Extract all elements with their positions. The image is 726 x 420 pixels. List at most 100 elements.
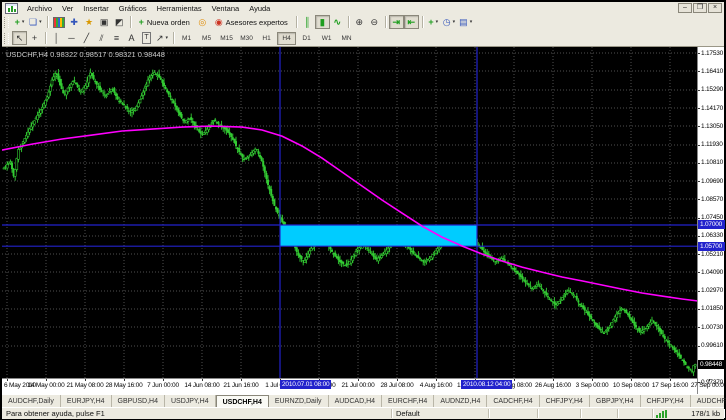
menu-insertar[interactable]: Insertar — [78, 4, 113, 13]
label-tool-button[interactable]: T — [139, 31, 154, 45]
price-tick-label: 1.09690 — [701, 178, 723, 185]
new-chart-button[interactable]: +▾ — [12, 15, 27, 29]
menu-ayuda[interactable]: Ayuda — [244, 4, 275, 13]
chevron-down-icon: ▾ — [22, 19, 25, 25]
price-axis[interactable]: 1.175301.164101.152901.141701.130501.119… — [697, 47, 724, 395]
time-tick-label: 28 May 16:00 — [106, 382, 143, 389]
channel-tool-button[interactable]: ⫽ — [94, 31, 109, 45]
vline-time-tag: 2010.07.01 08:00 — [280, 380, 331, 389]
timeframes-toolbar: M1M5M15M30H1H4D1W1MN — [177, 32, 356, 45]
horizontal-line-tool-button[interactable]: ─ — [64, 31, 79, 45]
arrows-tool-button[interactable]: ↗▾ — [154, 31, 170, 45]
menu-ver[interactable]: Ver — [57, 4, 78, 13]
vline-time-tag: 2010.08.12 04:00 — [461, 380, 512, 389]
timeframe-button-m30[interactable]: M30 — [237, 32, 256, 45]
hline-price-tag: 1.05700 — [698, 242, 725, 251]
toolbar-grip[interactable] — [4, 33, 9, 44]
new-order-button[interactable]: +Nueva orden — [134, 15, 195, 29]
metaeditor-button[interactable]: ◎ — [195, 15, 210, 29]
minimize-button[interactable]: – — [678, 3, 692, 13]
toolbar-grip[interactable] — [4, 17, 9, 28]
chart-window: USDCHF,H4 0.98322 0.98517 0.98321 0.9844… — [2, 46, 724, 394]
timeframe-button-m15[interactable]: M15 — [217, 32, 236, 45]
line-chart-button[interactable]: ∿ — [330, 15, 345, 29]
restore-button[interactable]: ❐ — [693, 3, 707, 13]
connection-traffic: 178/1 kb — [670, 409, 724, 418]
terminal-button[interactable]: ▣ — [97, 15, 112, 29]
price-tick-mark — [698, 309, 700, 310]
menu-ventana[interactable]: Ventana — [207, 4, 245, 13]
templates-button[interactable]: ▤▾ — [457, 15, 474, 29]
candlestick-chart-button[interactable]: ▮ — [315, 15, 330, 29]
menu-herramientas[interactable]: Herramientas — [152, 4, 207, 13]
chart-shift-button[interactable]: ⇤ — [404, 15, 419, 29]
price-tick-mark — [698, 199, 700, 200]
price-tick-label: 1.14170 — [701, 105, 723, 112]
time-tick-mark — [163, 379, 164, 381]
time-tick-label: 14 May 00:00 — [28, 382, 65, 389]
horizontal-line-icon: ─ — [68, 33, 74, 43]
chevron-down-icon: ▾ — [166, 35, 169, 41]
price-tick-mark — [698, 145, 700, 146]
toolbar-separator — [130, 16, 131, 28]
timeframe-button-d1[interactable]: D1 — [297, 32, 316, 45]
market-watch-button[interactable] — [51, 15, 67, 29]
status-profile[interactable]: Default — [392, 409, 489, 418]
new-order-label: Nueva orden — [147, 18, 190, 27]
auto-scroll-button[interactable]: ⇥ — [389, 15, 404, 29]
chevron-down-icon: ▾ — [453, 19, 456, 25]
chart-title: USDCHF,H4 0.98322 0.98517 0.98321 0.9844… — [6, 50, 165, 59]
timeframe-button-w1[interactable]: W1 — [317, 32, 336, 45]
line-studies-toolbar: ↖ + │ ─ ╱ ⫽ ≡ A T ↗▾ M1M5M15M30H1H4D1W1M… — [2, 30, 724, 47]
menu-archivo[interactable]: Archivo — [22, 4, 57, 13]
zoom-out-button[interactable]: ⊖ — [367, 15, 382, 29]
price-tick-label: 1.02970 — [701, 287, 723, 294]
time-tick-mark — [7, 379, 8, 381]
expert-advisors-button[interactable]: ◉Asesores expertos — [210, 15, 293, 29]
indicators-button[interactable]: +▾ — [426, 15, 441, 29]
time-axis[interactable]: 6 May 201014 May 00:0021 May 08:0028 May… — [2, 378, 697, 395]
periods-button[interactable]: ◷▾ — [441, 15, 457, 29]
cursor-tool-button[interactable]: ↖ — [12, 31, 27, 45]
chart-plot-area[interactable]: USDCHF,H4 0.98322 0.98517 0.98321 0.9844… — [2, 47, 697, 378]
price-tick-mark — [698, 272, 700, 273]
menu-graficos[interactable]: Gráficos — [114, 4, 152, 13]
text-icon: A — [128, 33, 134, 43]
price-tick-mark — [698, 346, 700, 347]
timeframe-button-mn[interactable]: MN — [337, 32, 356, 45]
status-cell — [538, 409, 581, 418]
navigator-button[interactable]: ★ — [82, 15, 97, 29]
timeframe-button-h1[interactable]: H1 — [257, 32, 276, 45]
fibonacci-tool-button[interactable]: ≡ — [109, 31, 124, 45]
price-tick-label: 1.08570 — [701, 196, 723, 203]
chevron-down-icon: ▾ — [470, 19, 473, 25]
zoom-in-icon: ⊕ — [356, 17, 364, 27]
line-chart-icon: ∿ — [334, 17, 342, 27]
trendline-icon: ╱ — [84, 33, 89, 43]
profiles-button[interactable]: ❏▾ — [27, 15, 44, 29]
data-window-button[interactable]: ✚ — [67, 15, 82, 29]
text-tool-button[interactable]: A — [124, 31, 139, 45]
time-tick-label: 21 May 08:00 — [67, 382, 104, 389]
profiles-icon: ❏ — [29, 17, 37, 27]
time-tick-mark — [514, 379, 515, 381]
crosshair-tool-button[interactable]: + — [27, 31, 42, 45]
zoom-out-icon: ⊖ — [371, 17, 379, 27]
timeframe-button-h4[interactable]: H4 — [277, 32, 296, 45]
trendline-tool-button[interactable]: ╱ — [79, 31, 94, 45]
templates-icon: ▤ — [459, 17, 468, 27]
close-button[interactable]: × — [708, 3, 722, 13]
strategy-tester-button[interactable]: ◩ — [112, 15, 127, 29]
cursor-icon: ↖ — [16, 33, 24, 43]
price-tick-label: 1.04090 — [701, 269, 723, 276]
vertical-line-tool-button[interactable]: │ — [49, 31, 64, 45]
zoom-in-button[interactable]: ⊕ — [352, 15, 367, 29]
timeframe-button-m5[interactable]: M5 — [197, 32, 216, 45]
timeframe-button-m1[interactable]: M1 — [177, 32, 196, 45]
price-tick-label: 1.01850 — [701, 305, 723, 312]
time-tick-mark — [553, 379, 554, 381]
toolbar-separator — [296, 16, 297, 28]
bar-chart-button[interactable]: ║ — [300, 15, 315, 29]
expert-advisors-label: Asesores expertos — [226, 18, 288, 27]
time-tick-mark — [397, 379, 398, 381]
